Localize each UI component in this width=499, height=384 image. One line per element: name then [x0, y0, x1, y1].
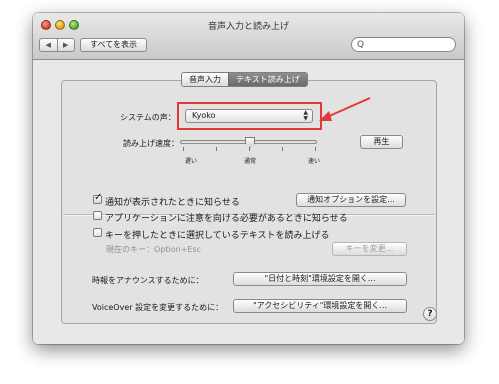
speak-selected-text-checkbox[interactable] — [93, 228, 102, 237]
play-button[interactable]: 再生 — [360, 135, 403, 149]
slider-tick — [282, 147, 283, 151]
app-attention-label: アプリケーションに注意を向ける必要があるときに知らせる — [105, 214, 348, 224]
speaking-rate-label: 読み上げ速度： — [123, 139, 179, 148]
pane-content: 音声入力 テキスト読み上げ システムの声： Kyoko ▲ ▼ 読み上げ速度： 遅… — [33, 60, 464, 344]
current-key-label: 現在のキー：Option+Esc — [106, 245, 202, 254]
open-date-time-button[interactable]: "日付と時刻"環境設定を開く... — [233, 272, 407, 286]
notify-alerts-checkbox[interactable] — [93, 192, 102, 204]
slider-tick — [183, 147, 184, 151]
preferences-window: 音声入力と読み上げ ◀ ▶ すべてを表示 Q 音声入力 テキスト読み上げ システ… — [33, 13, 464, 344]
tab-speech-recognition[interactable]: 音声入力 — [182, 73, 228, 86]
search-icon: Q — [357, 40, 365, 50]
notification-options-button[interactable]: 通知オプションを設定... — [296, 193, 406, 207]
show-all-button[interactable]: すべてを表示 — [80, 38, 147, 52]
title-bar: 音声入力と読み上げ ◀ ▶ すべてを表示 Q — [33, 13, 464, 60]
voiceover-label: VoiceOver 設定を変更するために： — [92, 303, 224, 312]
help-button[interactable]: ? — [423, 307, 437, 321]
rate-fast-label: 速い — [308, 158, 321, 165]
notify-alerts-label: 通知が表示されたときに知らせる — [105, 198, 240, 208]
window-title: 音声入力と読み上げ — [207, 22, 289, 32]
annotation-arrow-icon — [319, 97, 371, 121]
announce-time-label: 時報をアナウンスするために： — [92, 276, 204, 285]
search-field[interactable]: Q — [351, 37, 456, 52]
change-key-button[interactable]: キーを変更... — [332, 242, 407, 256]
forward-arrow-icon[interactable]: ▶ — [56, 39, 75, 51]
slider-tick — [216, 147, 217, 151]
app-attention-checkbox[interactable] — [93, 211, 102, 220]
slider-tick — [315, 147, 316, 151]
back-arrow-icon[interactable]: ◀ — [40, 39, 57, 51]
open-accessibility-button[interactable]: "アクセシビリティ"環境設定を開く... — [233, 299, 407, 313]
rate-normal-label: 通常 — [244, 158, 257, 165]
tab-bar: 音声入力 テキスト読み上げ — [181, 72, 308, 87]
system-voice-label: システムの声： — [120, 113, 176, 122]
back-forward-control: ◀ ▶ — [39, 38, 75, 52]
speak-selected-text-label: キーを押したときに選択しているテキストを読み上げる — [105, 231, 330, 241]
tab-text-to-speech[interactable]: テキスト読み上げ — [228, 73, 307, 86]
highlight-box — [177, 102, 322, 130]
rate-slow-label: 遅い — [185, 158, 198, 165]
